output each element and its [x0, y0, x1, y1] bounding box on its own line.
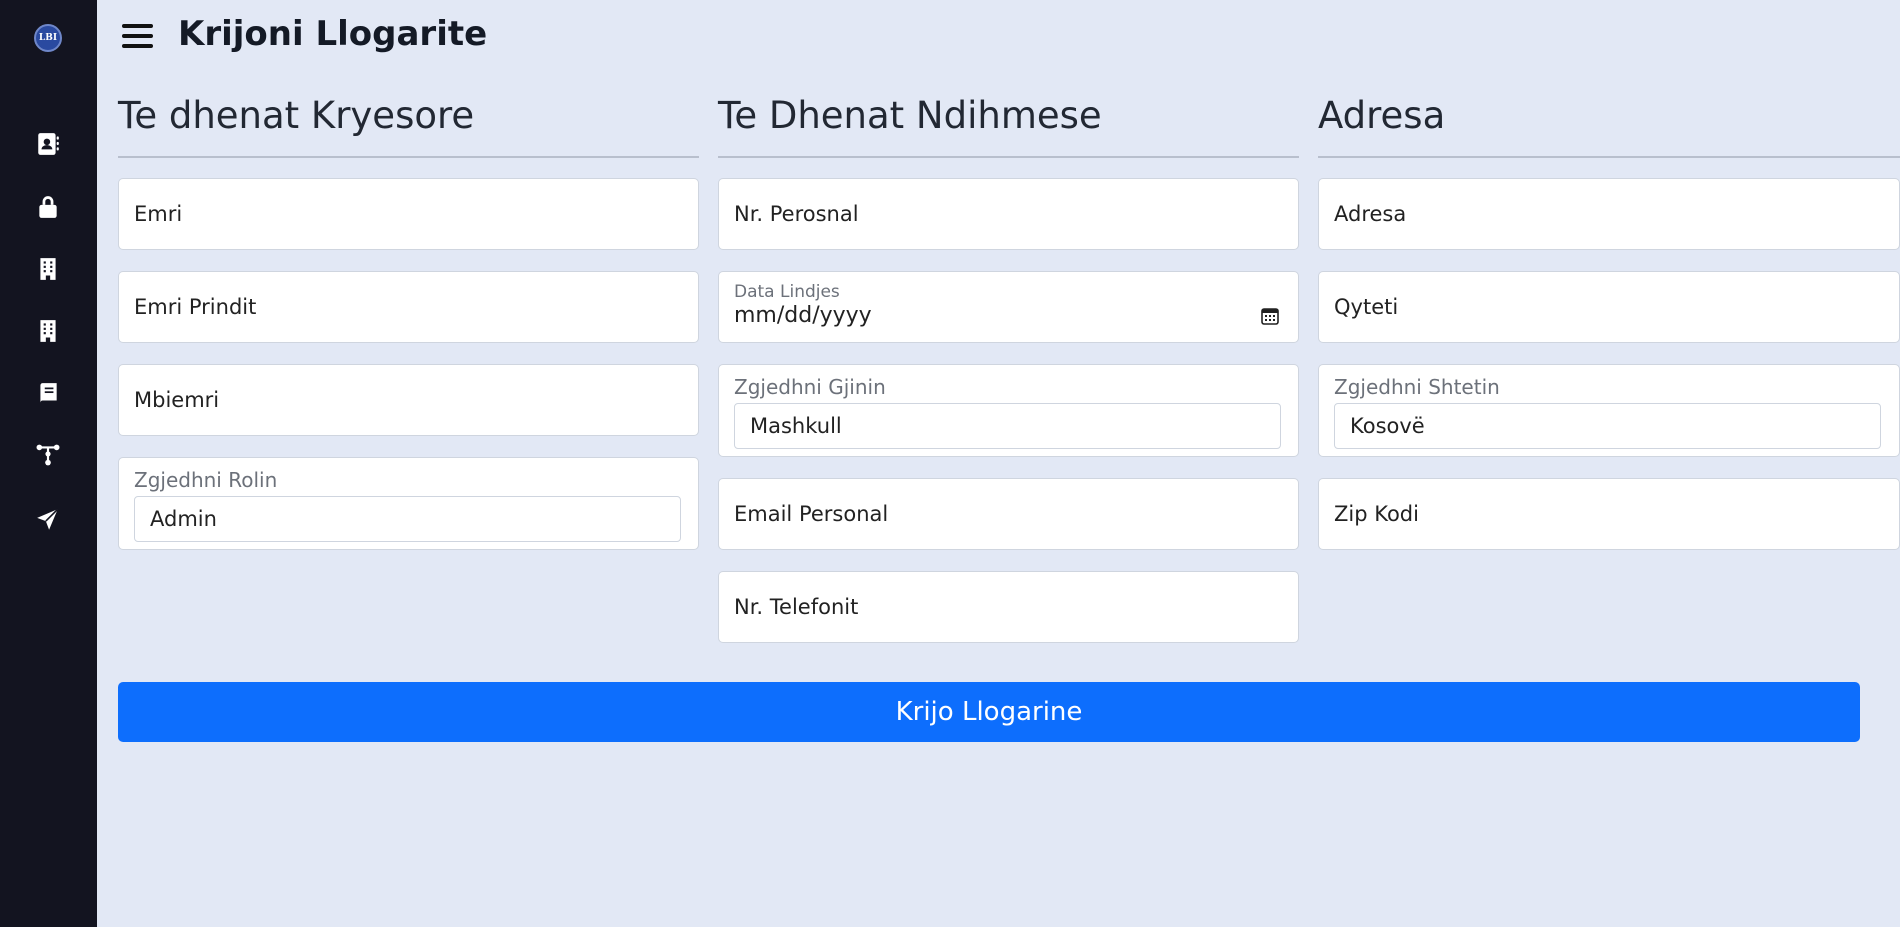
birthdate-value: mm/dd/yyyy: [734, 303, 872, 328]
last-name-field[interactable]: Mbiemri: [118, 364, 699, 436]
section-title: Adresa: [1318, 94, 1446, 137]
city-field[interactable]: Qyteti: [1318, 271, 1900, 343]
contacts-icon[interactable]: [33, 129, 63, 159]
country-label: Zgjedhni Shtetin: [1334, 375, 1500, 399]
country-select-group: Zgjedhni Shtetin Kosovë: [1318, 364, 1900, 457]
parent-name-field[interactable]: Emri Prindit: [118, 271, 699, 343]
page-title: Krijoni Llogarite: [178, 14, 488, 54]
phone-field[interactable]: Nr. Telefonit: [718, 571, 1299, 643]
section-title: Te dhenat Kryesore: [118, 94, 475, 137]
gender-label: Zgjedhni Gjinin: [734, 375, 886, 399]
address-section: Adresa Adresa Qyteti Zgjedhni Shtetin Ko…: [1318, 90, 1900, 571]
birthdate-label: Data Lindjes: [734, 282, 840, 302]
lock-icon[interactable]: [33, 192, 63, 222]
calendar-icon[interactable]: [1260, 306, 1280, 326]
main-details-section: Te dhenat Kryesore Emri Emri Prindit Mbi…: [118, 90, 699, 571]
network-icon[interactable]: [33, 440, 63, 470]
send-icon[interactable]: [33, 505, 63, 535]
zip-field[interactable]: Zip Kodi: [1318, 478, 1900, 550]
gender-select[interactable]: Mashkull: [734, 403, 1281, 449]
top-bar: Krijoni Llogarite: [97, 0, 1900, 75]
first-name-field[interactable]: Emri: [118, 178, 699, 250]
country-select[interactable]: Kosovë: [1334, 403, 1881, 449]
book-icon[interactable]: [33, 379, 63, 409]
birthdate-field[interactable]: Data Lindjes mm/dd/yyyy: [718, 271, 1299, 343]
menu-icon[interactable]: [122, 22, 154, 50]
app-logo[interactable]: LBI: [34, 24, 62, 52]
personal-number-field[interactable]: Nr. Perosnal: [718, 178, 1299, 250]
divider: [1318, 156, 1900, 158]
address-field[interactable]: Adresa: [1318, 178, 1900, 250]
divider: [718, 156, 1299, 158]
email-field[interactable]: Email Personal: [718, 478, 1299, 550]
create-account-button[interactable]: Krijo Llogarine: [118, 682, 1860, 742]
section-title: Te Dhenat Ndihmese: [718, 94, 1102, 137]
role-select-group: Zgjedhni Rolin Admin: [118, 457, 699, 550]
secondary-details-section: Te Dhenat Ndihmese Nr. Perosnal Data Lin…: [718, 90, 1299, 664]
building-icon[interactable]: [33, 254, 63, 284]
divider: [118, 156, 699, 158]
gender-select-group: Zgjedhni Gjinin Mashkull: [718, 364, 1299, 457]
sidebar: LBI: [0, 0, 97, 927]
main-content: Krijoni Llogarite Te dhenat Kryesore Emr…: [97, 0, 1900, 927]
role-label: Zgjedhni Rolin: [134, 468, 278, 492]
building-icon[interactable]: [33, 316, 63, 346]
role-select[interactable]: Admin: [134, 496, 681, 542]
